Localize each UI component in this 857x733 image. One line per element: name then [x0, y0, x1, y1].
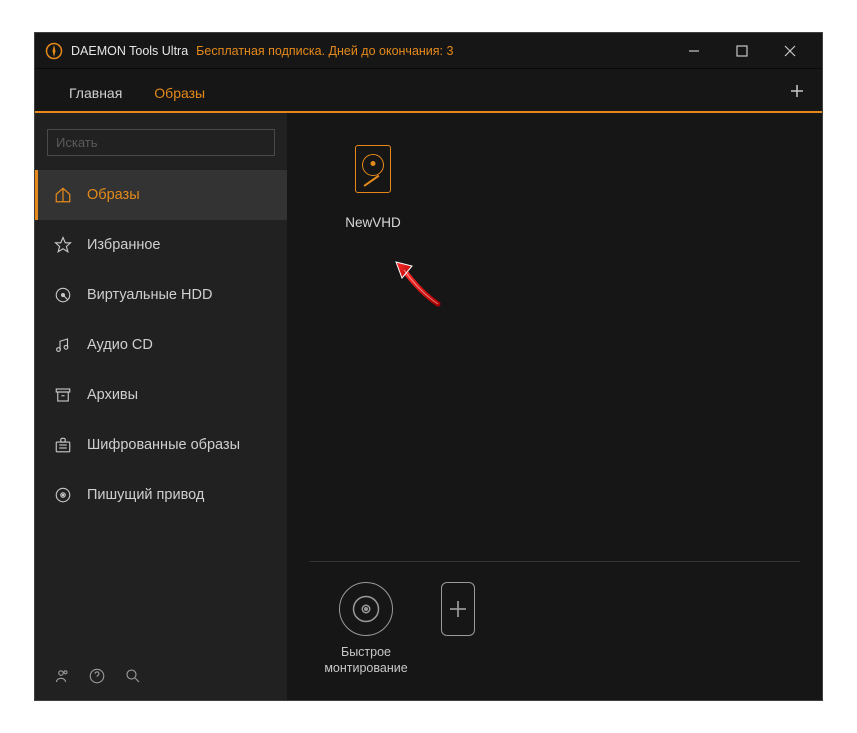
close-button[interactable]: [776, 37, 804, 65]
app-window: DAEMON Tools Ultra Бесплатная подписка. …: [34, 32, 823, 701]
star-icon: [53, 235, 73, 255]
sidebar-nav: Образы Избранное Виртуальные HDD: [35, 170, 287, 520]
search-wrap: [35, 113, 287, 170]
home-icon: [53, 185, 73, 205]
sidebar-item-audio-cd[interactable]: Аудио CD: [35, 320, 287, 370]
sidebar-item-images[interactable]: Образы: [35, 170, 287, 220]
window-controls: [680, 37, 812, 65]
sidebar-item-label: Шифрованные образы: [87, 437, 240, 453]
file-label: NewVHD: [345, 215, 401, 230]
disc-burn-icon: [53, 485, 73, 505]
main-panel: NewVHD Быстрое монтирование: [287, 113, 822, 700]
hdd-icon: [53, 285, 73, 305]
lock-icon: [53, 435, 73, 455]
add-device-button[interactable]: [441, 582, 475, 636]
tab-images[interactable]: Образы: [138, 75, 221, 111]
sidebar-item-label: Аудио CD: [87, 337, 153, 353]
quick-mount-label-2: монтирование: [324, 660, 407, 676]
sidebar-item-virtual-hdd[interactable]: Виртуальные HDD: [35, 270, 287, 320]
sidebar-item-label: Образы: [87, 187, 140, 203]
disc-icon: [339, 582, 393, 636]
search-icon[interactable]: [123, 666, 143, 686]
app-icon: [45, 42, 63, 60]
sidebar-item-label: Виртуальные HDD: [87, 287, 212, 303]
sidebar-footer: [35, 652, 287, 700]
bottom-panel: Быстрое монтирование: [309, 561, 800, 679]
trial-text: Бесплатная подписка. Дней до окончания: …: [196, 44, 453, 58]
music-icon: [53, 335, 73, 355]
tab-main[interactable]: Главная: [53, 75, 138, 111]
add-tab-button[interactable]: [780, 76, 814, 111]
body: Образы Избранное Виртуальные HDD: [35, 113, 822, 700]
settings-icon[interactable]: [51, 666, 71, 686]
search-input[interactable]: [47, 129, 275, 156]
minimize-button[interactable]: [680, 37, 708, 65]
sidebar-item-label: Пишущий привод: [87, 487, 204, 503]
tabbar: Главная Образы: [35, 69, 822, 113]
quick-mount-button[interactable]: Быстрое монтирование: [311, 582, 421, 677]
sidebar-item-favorites[interactable]: Избранное: [35, 220, 287, 270]
maximize-button[interactable]: [728, 37, 756, 65]
file-grid: NewVHD: [309, 135, 800, 561]
file-item-newvhd[interactable]: NewVHD: [323, 145, 423, 230]
help-icon[interactable]: [87, 666, 107, 686]
titlebar: DAEMON Tools Ultra Бесплатная подписка. …: [35, 33, 822, 69]
sidebar-item-encrypted[interactable]: Шифрованные образы: [35, 420, 287, 470]
sidebar-item-label: Избранное: [87, 237, 160, 253]
quick-mount-label-1: Быстрое: [341, 644, 391, 660]
vhd-file-icon: [355, 145, 391, 193]
sidebar-item-archives[interactable]: Архивы: [35, 370, 287, 420]
sidebar-item-burn[interactable]: Пишущий привод: [35, 470, 287, 520]
archive-icon: [53, 385, 73, 405]
sidebar: Образы Избранное Виртуальные HDD: [35, 113, 287, 700]
sidebar-item-label: Архивы: [87, 387, 138, 403]
app-title: DAEMON Tools Ultra: [71, 44, 188, 58]
